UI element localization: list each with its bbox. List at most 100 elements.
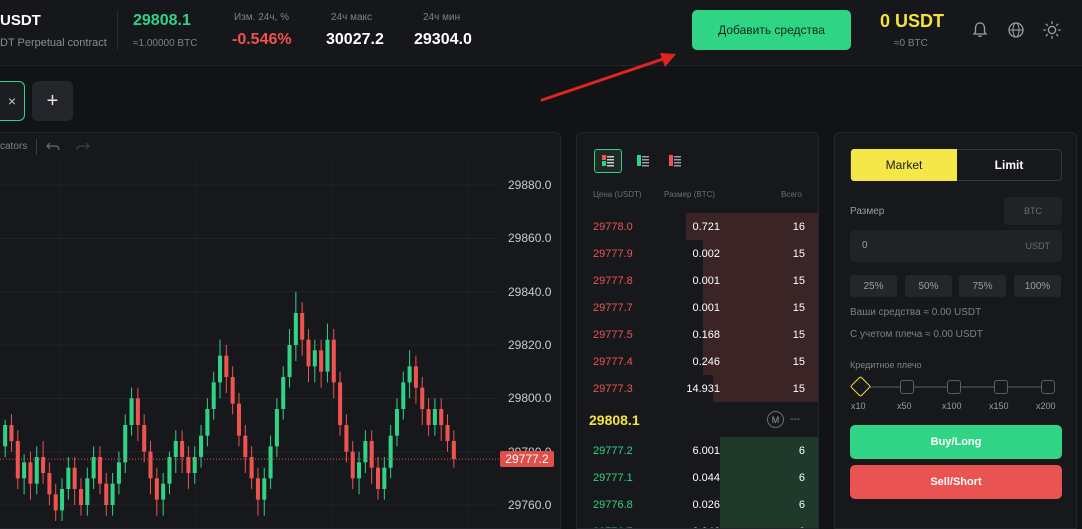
order-price: 29777.7 bbox=[593, 302, 633, 314]
order-total: 16 bbox=[792, 221, 805, 233]
percent-100-button[interactable]: 100% bbox=[1014, 275, 1061, 297]
bell-icon[interactable] bbox=[970, 20, 990, 40]
candle-down bbox=[338, 382, 343, 425]
leverage-step-x200[interactable] bbox=[1041, 380, 1055, 394]
ask-row[interactable]: 29778.0 0.721 16 bbox=[577, 213, 818, 240]
price-tick: 29860.0 bbox=[508, 231, 552, 246]
order-total: 15 bbox=[792, 383, 805, 395]
candle-down bbox=[47, 473, 52, 495]
candle-down bbox=[78, 489, 84, 505]
leverage-mark: x10 bbox=[851, 401, 866, 411]
bid-row[interactable]: 29777.1 0.044 6 bbox=[577, 464, 818, 491]
globe-icon[interactable] bbox=[1006, 20, 1026, 40]
balance-btc: ≈0 BTC bbox=[894, 38, 928, 49]
candle-up bbox=[325, 339, 330, 372]
candle-up bbox=[394, 409, 399, 436]
view-both-button[interactable] bbox=[594, 149, 622, 173]
candle-up bbox=[123, 425, 128, 463]
ask-row[interactable]: 29777.4 0.246 15 bbox=[577, 348, 818, 375]
funds-with-leverage: С учетом плеча ≈ 0.00 USDT bbox=[850, 329, 983, 340]
bid-row[interactable]: 29776.70.0466 bbox=[577, 518, 818, 528]
candlestick-chart[interactable] bbox=[0, 133, 561, 529]
available-funds: Ваши средства ≈ 0.00 USDT bbox=[850, 307, 982, 318]
candle-up bbox=[22, 462, 27, 479]
tab-market[interactable]: Market bbox=[851, 149, 957, 181]
add-funds-button[interactable]: Добавить средства bbox=[692, 10, 851, 50]
leverage-step-x100[interactable] bbox=[947, 380, 961, 394]
price-chart-panel[interactable]: cators 29880.0 29860.0 29840.0 29820.0 2… bbox=[0, 132, 561, 529]
size-label: Размер bbox=[850, 206, 885, 217]
candle-down bbox=[243, 435, 248, 457]
sell-short-button[interactable]: Sell/Short bbox=[850, 465, 1062, 499]
candle-up bbox=[312, 350, 317, 367]
candle-up bbox=[432, 409, 437, 425]
candle-down bbox=[148, 451, 153, 479]
symbol-name[interactable]: USDT bbox=[0, 12, 41, 29]
order-total: 15 bbox=[792, 356, 805, 368]
candle-down bbox=[9, 425, 14, 441]
candle-up bbox=[217, 355, 223, 383]
candle-down bbox=[331, 339, 336, 383]
leverage-handle[interactable] bbox=[849, 375, 872, 398]
percent-50-button[interactable]: 50% bbox=[905, 275, 952, 297]
order-size: 0.044 bbox=[692, 472, 720, 484]
view-bids-button[interactable] bbox=[632, 150, 658, 172]
order-price: 29777.3 bbox=[593, 383, 633, 395]
price-tick: 29880.0 bbox=[508, 178, 552, 192]
order-total: 15 bbox=[792, 275, 805, 287]
ask-row[interactable]: 29777.9 0.002 15 bbox=[577, 240, 818, 267]
change-label: Изм. 24ч, % bbox=[234, 12, 289, 23]
candle-down bbox=[319, 350, 324, 372]
candle-up bbox=[167, 457, 172, 484]
order-price: 29778.0 bbox=[593, 221, 633, 233]
price-tick: 29840.0 bbox=[508, 284, 552, 299]
candle-down bbox=[255, 478, 260, 500]
percent-75-button[interactable]: 75% bbox=[959, 275, 1006, 297]
ask-row[interactable]: 29777.3 14.931 15 bbox=[577, 375, 818, 402]
mark-price-icon[interactable]: M bbox=[767, 411, 784, 428]
percent-25-button[interactable]: 25% bbox=[850, 275, 897, 297]
amount-unit: USDT bbox=[1025, 241, 1051, 251]
order-size: 0.001 bbox=[692, 275, 720, 287]
order-total: 6 bbox=[798, 472, 805, 484]
view-asks-button[interactable] bbox=[664, 150, 690, 172]
candle-down bbox=[350, 451, 355, 479]
leverage-mark: x100 bbox=[942, 401, 962, 411]
size-unit-selector[interactable]: BTC bbox=[1004, 197, 1062, 225]
bid-row[interactable]: 29776.8 0.026 6 bbox=[577, 491, 818, 518]
candle-up bbox=[293, 313, 298, 345]
low-value: 29304.0 bbox=[414, 31, 472, 48]
ask-row[interactable]: 29777.5 0.168 15 bbox=[577, 321, 818, 348]
order-total: 15 bbox=[792, 248, 805, 260]
candle-up bbox=[60, 489, 65, 511]
order-price: 29777.1 bbox=[593, 472, 633, 484]
order-size: 0.002 bbox=[692, 248, 720, 260]
candle-down bbox=[300, 313, 305, 340]
candle-down bbox=[420, 387, 425, 409]
ask-row[interactable]: 29777.7 0.001 15 bbox=[577, 294, 818, 321]
bid-row[interactable]: 29777.2 6.001 6 bbox=[577, 437, 818, 464]
orderbook-bids-icon bbox=[637, 155, 649, 167]
sun-icon[interactable] bbox=[1042, 20, 1062, 40]
candle-up bbox=[407, 366, 412, 383]
order-size: 0.721 bbox=[692, 221, 720, 233]
leverage-step-x150[interactable] bbox=[994, 380, 1008, 394]
tab-limit[interactable]: Limit bbox=[956, 149, 1062, 181]
buy-long-button[interactable]: Buy/Long bbox=[850, 425, 1062, 459]
candle-down bbox=[154, 478, 159, 500]
candle-up bbox=[274, 409, 279, 447]
leverage-step-x50[interactable] bbox=[900, 380, 914, 394]
column-price-header: Цена (USDT) bbox=[593, 190, 642, 199]
order-size: 14.931 bbox=[686, 383, 720, 395]
candle-down bbox=[375, 467, 381, 489]
candle-up bbox=[116, 462, 121, 484]
candle-up bbox=[34, 457, 39, 484]
candle-up bbox=[199, 435, 204, 457]
amount-input[interactable]: 0 USDT bbox=[850, 230, 1062, 262]
candle-down bbox=[224, 355, 229, 377]
candle-up bbox=[262, 478, 267, 500]
ask-row[interactable]: 29777.8 0.001 15 bbox=[577, 267, 818, 294]
order-price: 29777.2 bbox=[593, 445, 633, 457]
chart-tab-close[interactable]: × bbox=[0, 81, 25, 121]
add-tab-button[interactable]: + bbox=[32, 81, 73, 121]
